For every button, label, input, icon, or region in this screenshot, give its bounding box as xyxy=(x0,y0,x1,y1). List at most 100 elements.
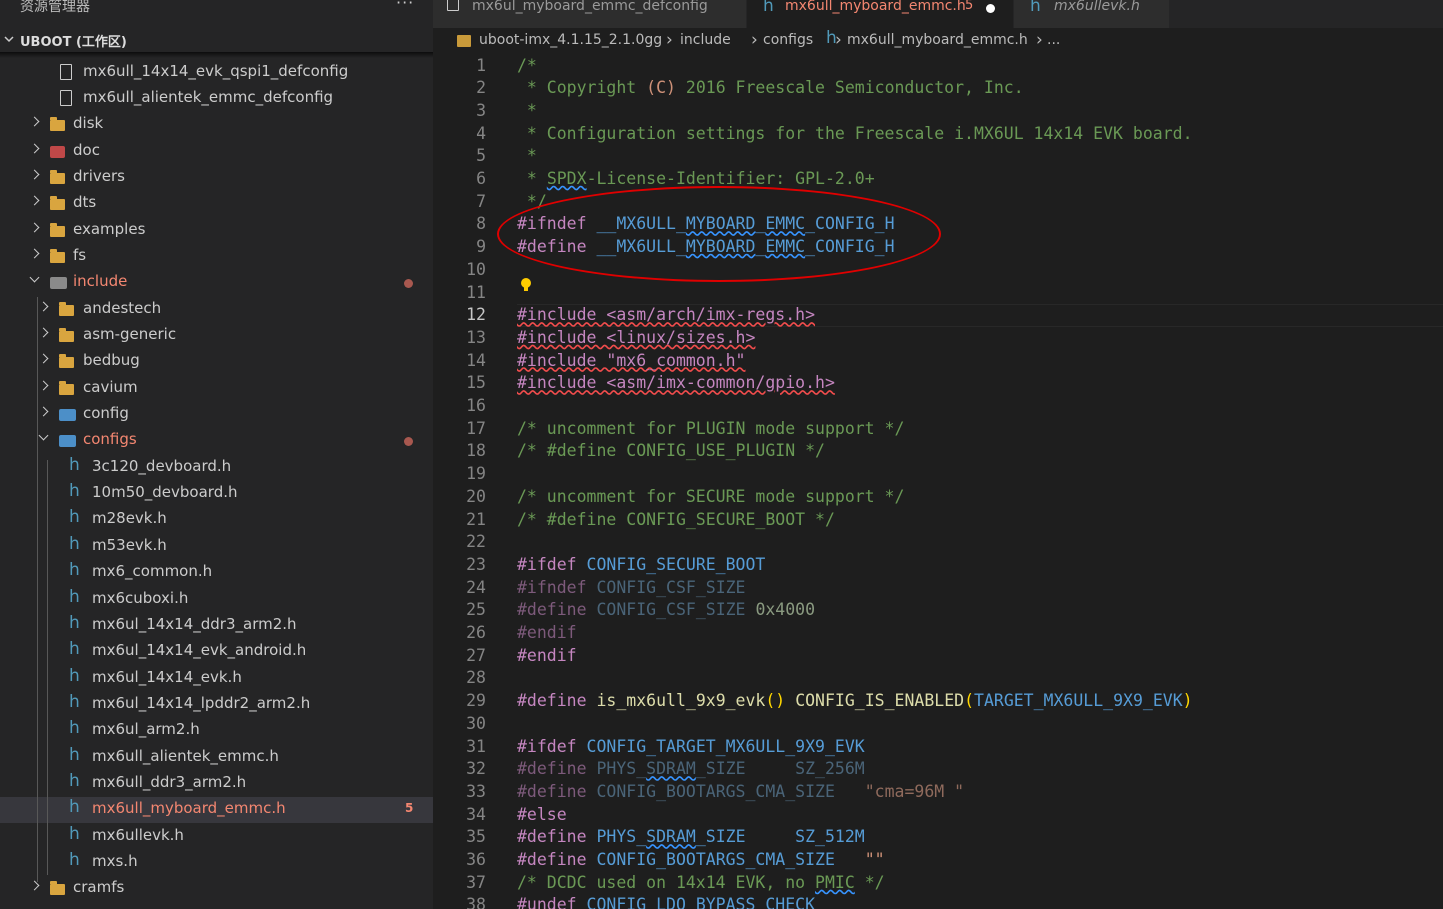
code-line[interactable]: * Configuration settings for the Freesca… xyxy=(517,123,1193,146)
tree-file[interactable]: h mx6ull_myboard_emmc.h 5 xyxy=(0,797,433,824)
code-line[interactable]: /* uncomment for PLUGIN mode support */ xyxy=(517,418,904,441)
tree-folder[interactable]: doc xyxy=(0,139,433,165)
code-line[interactable]: #define PHYS_SDRAM_SIZE SZ_512M xyxy=(517,826,865,849)
tree-file[interactable]: h mx6cuboxi.h xyxy=(0,587,433,613)
code-line[interactable]: #include <linux/sizes.h> xyxy=(517,327,755,350)
tree-file[interactable]: h mx6ul_14x14_evk_android.h xyxy=(0,639,433,665)
breadcrumb-item[interactable]: uboot-imx_4.1.15_2.1.0gg xyxy=(479,32,662,48)
tree-folder[interactable]: disk xyxy=(0,112,433,138)
tree-file[interactable]: mx6ull_alientek_emmc_defconfig xyxy=(0,86,433,112)
tree-folder[interactable]: fs xyxy=(0,244,433,270)
tree-file[interactable]: h 10m50_devboard.h xyxy=(0,481,433,507)
code-line[interactable]: #undef CONFIG_LDO_BYPASS_CHECK xyxy=(517,894,815,909)
code-line[interactable]: #include <asm/imx-common/gpio.h> xyxy=(517,372,835,395)
code-line[interactable]: #define PHYS_SDRAM_SIZE SZ_256M xyxy=(517,758,865,781)
folder-config-icon xyxy=(59,435,76,448)
breadcrumb-item[interactable]: include xyxy=(680,32,731,48)
tree-folder[interactable]: asm-generic xyxy=(0,323,433,349)
tree-file[interactable]: mx6ull_14x14_evk_qspi1_defconfig xyxy=(0,60,433,86)
tree-item-label: asm-generic xyxy=(83,325,177,343)
code-token: "" xyxy=(864,850,885,869)
line-number: 12 xyxy=(466,305,486,325)
code-token: /* DCDC used on 14x14 EVK, no xyxy=(517,872,816,892)
code-line[interactable]: #endif xyxy=(517,645,577,668)
tree-file[interactable]: h mx6ul_14x14_lpddr2_arm2.h xyxy=(0,692,433,718)
tree-folder[interactable]: dts xyxy=(0,191,433,217)
code-line[interactable]: /* #define CONFIG_SECURE_BOOT */ xyxy=(517,509,835,532)
code-line[interactable]: /* uncomment for SECURE mode support */ xyxy=(517,486,904,509)
folder-icon xyxy=(59,301,74,316)
folder-icon xyxy=(50,169,65,184)
breadcrumb-item[interactable]: ... xyxy=(1047,32,1060,48)
tab-problem-badge: 5 xyxy=(965,0,974,13)
code-token: CONFIG_BOOTARGS_CMA_SIZE xyxy=(596,781,835,801)
breadcrumb-item[interactable]: mx6ull_myboard_emmc.h xyxy=(847,32,1028,48)
tree-file[interactable]: h m28evk.h xyxy=(0,507,433,533)
chevron-right-icon xyxy=(38,327,49,338)
tree-file[interactable]: h mx6ul_14x14_evk.h xyxy=(0,666,433,692)
tree-file[interactable]: h mx6ul_arm2.h xyxy=(0,718,433,744)
tree-folder[interactable]: andestech xyxy=(0,297,433,323)
tree-item-label: include xyxy=(73,272,128,291)
folder-config-icon xyxy=(59,409,76,422)
code-line[interactable]: #ifdef CONFIG_TARGET_MX6ULL_9X9_EVK xyxy=(517,736,865,759)
code-line[interactable]: * xyxy=(517,100,537,123)
code-line[interactable]: #ifndef CONFIG_CSF_SIZE xyxy=(517,577,746,600)
chevron-right-icon: › xyxy=(1036,30,1043,50)
code-line[interactable]: #define CONFIG_BOOTARGS_CMA_SIZE "cma=96… xyxy=(517,781,964,804)
tree-file[interactable]: h mx6ull_ddr3_arm2.h xyxy=(0,771,433,797)
code-line[interactable]: /* #define CONFIG_USE_PLUGIN */ xyxy=(517,440,825,463)
tree-file[interactable]: h 3c120_devboard.h xyxy=(0,455,433,481)
tree-folder[interactable]: cavium xyxy=(0,376,433,402)
code-line[interactable]: #define CONFIG_BOOTARGS_CMA_SIZE "" xyxy=(517,849,885,872)
code-line[interactable]: #ifdef CONFIG_SECURE_BOOT xyxy=(517,554,765,577)
code-line[interactable]: /* DCDC used on 14x14 EVK, no PMIC */ xyxy=(517,872,885,895)
tree-folder[interactable]: drivers xyxy=(0,165,433,191)
lightbulb-icon[interactable] xyxy=(521,278,531,292)
code-token: SDRAM xyxy=(646,827,696,847)
tree-item-label: config xyxy=(83,404,129,423)
tree-folder[interactable]: examples xyxy=(0,218,433,244)
tree-file[interactable]: h m53evk.h xyxy=(0,534,433,560)
tree-folder[interactable]: config xyxy=(0,402,433,428)
unsaved-dot-icon[interactable] xyxy=(986,4,995,13)
code-line[interactable]: #endif xyxy=(517,622,577,645)
folder-edit-icon xyxy=(457,35,471,47)
tree-file[interactable]: h mx6ul_14x14_ddr3_arm2.h xyxy=(0,613,433,639)
breadcrumb-item[interactable]: configs xyxy=(763,32,813,48)
folder-icon xyxy=(50,196,65,211)
workspace-header[interactable]: UBOOT (工作区) xyxy=(0,28,433,52)
code-line[interactable]: #define CONFIG_CSF_SIZE 0x4000 xyxy=(517,599,815,622)
code-line[interactable]: #include <asm/arch/imx-regs.h> xyxy=(517,304,815,327)
code-token: /* #define CONFIG_USE_PLUGIN */ xyxy=(517,441,825,461)
code-token: #define xyxy=(517,759,587,779)
editor-tab[interactable]: h mx6ullevk.h xyxy=(1014,0,1169,28)
code-token: SZ_256M xyxy=(795,759,865,779)
chevron-right-icon xyxy=(38,353,49,364)
h-file-icon: h xyxy=(69,533,80,554)
folder-icon xyxy=(59,354,74,369)
code-line[interactable]: #define is_mx6ull_9x9_evk() CONFIG_IS_EN… xyxy=(517,690,1193,713)
tree-folder[interactable]: configs xyxy=(0,428,433,454)
code-editor[interactable]: 1 /* 2 * Copyright (C) 2016 Freescale Semi… xyxy=(433,54,1443,909)
editor-tab[interactable]: mx6ul_myboard_emmc_defconfig xyxy=(433,0,746,28)
tree-folder[interactable]: cramfs xyxy=(0,876,433,902)
tree-folder[interactable]: include xyxy=(0,270,433,296)
code-token: ) xyxy=(1182,691,1193,711)
code-line[interactable]: #else xyxy=(517,804,567,827)
code-line[interactable]: * Copyright (C) 2016 Freescale Semicondu… xyxy=(517,77,1024,100)
code-line[interactable]: /* xyxy=(517,55,537,78)
line-number: 35 xyxy=(466,827,486,847)
more-actions-button[interactable]: ··· xyxy=(396,0,414,12)
tree-file[interactable]: h mx6_common.h xyxy=(0,560,433,586)
line-number: 17 xyxy=(466,418,486,438)
tree-file[interactable]: h mx6ullevk.h xyxy=(0,824,433,850)
tree-file[interactable]: h mx6ull_alientek_emmc.h xyxy=(0,745,433,771)
code-line[interactable]: * xyxy=(517,145,537,168)
chevron-right-icon: › xyxy=(666,30,673,50)
editor-tab[interactable]: h mx6ull_myboard_emmc.h 5 xyxy=(747,0,1013,28)
tree-file[interactable]: h mxs.h xyxy=(0,850,433,876)
line-number: 14 xyxy=(466,350,486,370)
tree-folder[interactable]: bedbug xyxy=(0,349,433,375)
code-line[interactable]: #include "mx6_common.h" xyxy=(517,350,745,373)
